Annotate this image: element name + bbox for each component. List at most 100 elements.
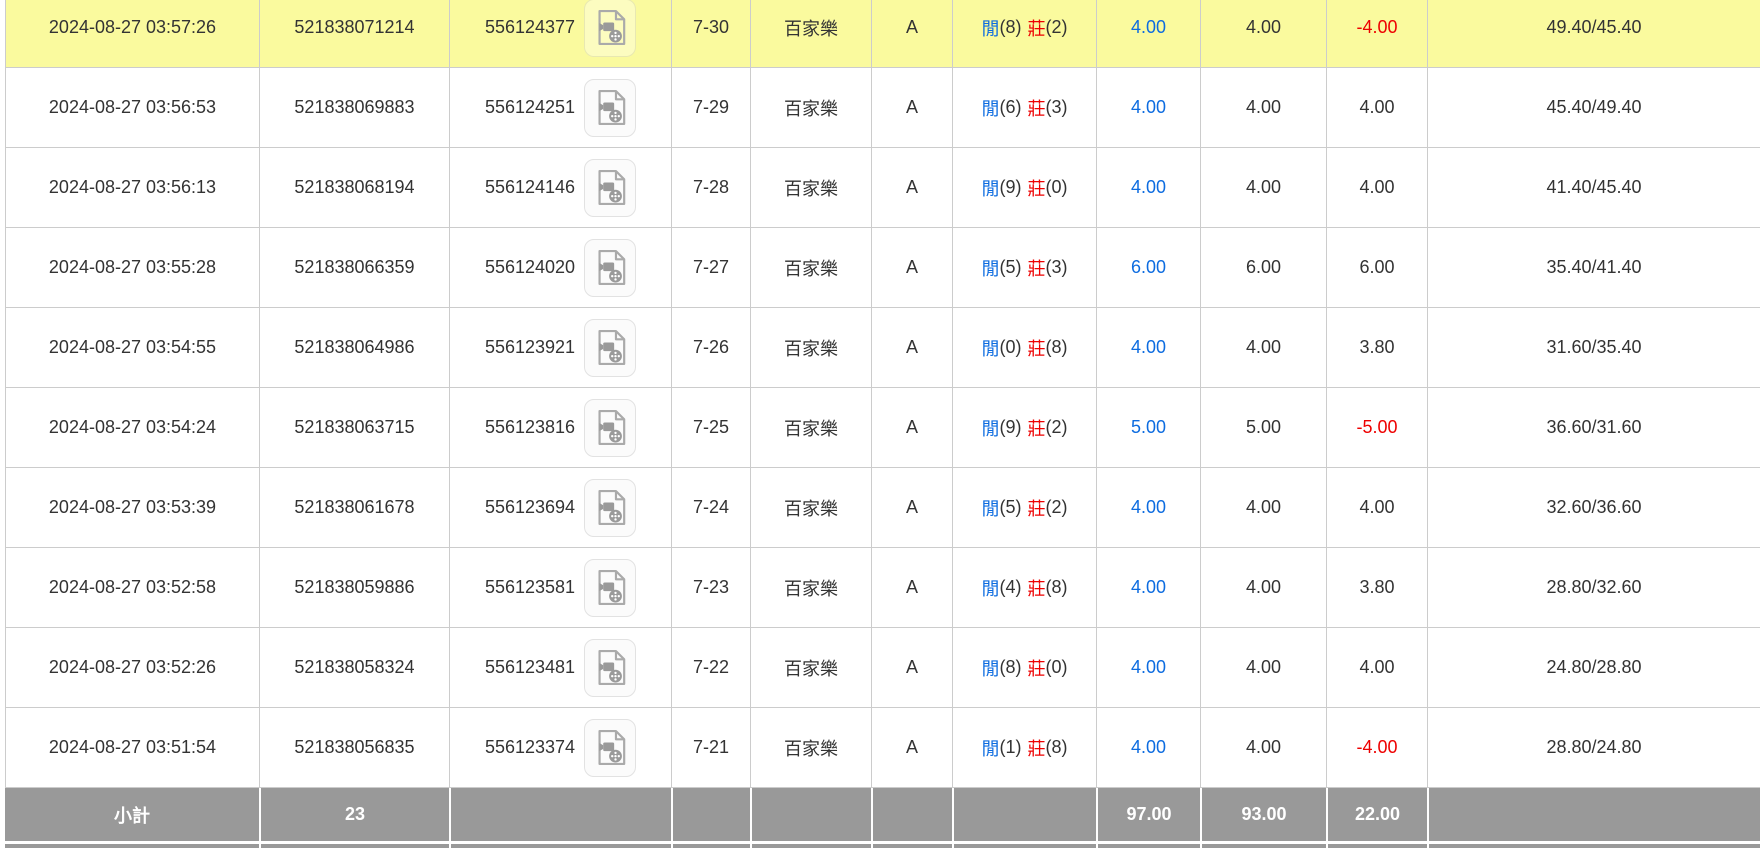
round-id-text: 556123374 [485, 737, 575, 758]
video-file-icon [595, 569, 626, 606]
balance-after: 28.80/32.60 [1427, 548, 1760, 627]
play-video-button[interactable] [584, 639, 636, 697]
banker-label: 莊 [1028, 575, 1046, 601]
valid-bet-amount: 4.00 [1096, 628, 1200, 707]
subtotal-empty-cell [952, 788, 1096, 841]
video-file-icon [595, 169, 626, 206]
banker-score: (8) [1046, 577, 1068, 598]
subtotal-valid-bet: 97.00 [1096, 788, 1200, 841]
win-loss-amount: 4.00 [1326, 468, 1427, 547]
player-score: (6) [1000, 97, 1022, 118]
bet-time: 2024-08-27 03:54:55 [5, 308, 259, 387]
bet-record-row: 2024-08-27 03:54:24521838063715556123816… [5, 388, 1760, 468]
bet-amount: 4.00 [1200, 68, 1326, 147]
win-loss-amount: -4.00 [1326, 0, 1427, 67]
partial-cell [1427, 844, 1760, 848]
video-file-icon [595, 9, 626, 46]
round-id-text: 556123816 [485, 417, 575, 438]
player-label: 閒 [982, 175, 1000, 201]
player-label: 閒 [982, 335, 1000, 361]
round-id: 556124377 [449, 0, 671, 67]
bet-id: 521838069883 [259, 68, 449, 147]
bet-id: 521838066359 [259, 228, 449, 307]
round-id: 556124020 [449, 228, 671, 307]
video-file-icon [595, 329, 626, 366]
bet-amount: 5.00 [1200, 388, 1326, 467]
game-name: 百家樂 [750, 308, 871, 387]
partial-cell [5, 844, 259, 848]
valid-bet-amount: 4.00 [1096, 0, 1200, 67]
bet-time: 2024-08-27 03:55:28 [5, 228, 259, 307]
balance-after: 31.60/35.40 [1427, 308, 1760, 387]
game-result: 閒(8)莊(2) [952, 0, 1096, 67]
banker-score: (0) [1046, 657, 1068, 678]
subtotal-empty-cell [671, 788, 750, 841]
bet-amount: 4.00 [1200, 148, 1326, 227]
bet-record-row: 2024-08-27 03:54:55521838064986 556123921… [5, 308, 1760, 388]
play-video-button[interactable] [584, 479, 636, 537]
game-name: 百家樂 [750, 628, 871, 707]
game-name: 百家樂 [750, 708, 871, 787]
table-id: A [871, 228, 952, 307]
win-loss-amount: 4.00 [1326, 68, 1427, 147]
bet-id: 521838063715 [259, 388, 449, 467]
bet-record-row: 2024-08-27 03:52:58521838059886556123581… [5, 548, 1760, 628]
game-name: 百家樂 [750, 228, 871, 307]
bet-time: 2024-08-27 03:53:39 [5, 468, 259, 547]
valid-bet-amount: 4.00 [1096, 148, 1200, 227]
player-label: 閒 [982, 95, 1000, 121]
bet-amount: 4.00 [1200, 628, 1326, 707]
partial-cell [259, 844, 449, 848]
balance-after: 35.40/41.40 [1427, 228, 1760, 307]
partial-cell [1096, 844, 1200, 848]
round-id: 556123581 [449, 548, 671, 627]
balance-after: 36.60/31.60 [1427, 388, 1760, 467]
bet-time: 2024-08-27 03:57:26 [5, 0, 259, 67]
round-id: 556123816 [449, 388, 671, 467]
balance-after: 28.80/24.80 [1427, 708, 1760, 787]
play-video-button[interactable] [584, 0, 636, 57]
game-name: 百家樂 [750, 468, 871, 547]
play-video-button[interactable] [584, 239, 636, 297]
round-number: 7-30 [671, 0, 750, 67]
video-file-icon [595, 89, 626, 126]
next-summary-row-partial [5, 844, 1760, 848]
play-video-button[interactable] [584, 719, 636, 777]
round-number: 7-23 [671, 548, 750, 627]
round-id-text: 556124377 [485, 17, 575, 38]
table-id: A [871, 388, 952, 467]
banker-score: (0) [1046, 177, 1068, 198]
partial-cell [1326, 844, 1427, 848]
round-id: 556123374 [449, 708, 671, 787]
valid-bet-amount: 4.00 [1096, 308, 1200, 387]
round-id: 556124251 [449, 68, 671, 147]
banker-label: 莊 [1028, 335, 1046, 361]
game-result: 閒(4)莊(8) [952, 548, 1096, 627]
table-id: A [871, 548, 952, 627]
balance-after: 45.40/49.40 [1427, 68, 1760, 147]
bet-id: 521838068194 [259, 148, 449, 227]
round-id-text: 556123921 [485, 337, 575, 358]
table-id: A [871, 0, 952, 67]
player-score: (9) [1000, 417, 1022, 438]
valid-bet-amount: 5.00 [1096, 388, 1200, 467]
game-result: 閒(9)莊(0) [952, 148, 1096, 227]
bet-id: 521838064986 [259, 308, 449, 387]
play-video-button[interactable] [584, 79, 636, 137]
bet-amount: 6.00 [1200, 228, 1326, 307]
play-video-button[interactable] [584, 399, 636, 457]
round-id: 556124146 [449, 148, 671, 227]
round-id-text: 556123581 [485, 577, 575, 598]
valid-bet-amount: 4.00 [1096, 708, 1200, 787]
bet-record-row: 2024-08-27 03:51:54521838056835556123374… [5, 708, 1760, 788]
player-score: (1) [1000, 737, 1022, 758]
player-score: (4) [1000, 577, 1022, 598]
win-loss-amount: -5.00 [1326, 388, 1427, 467]
bet-id: 521838059886 [259, 548, 449, 627]
round-number: 7-21 [671, 708, 750, 787]
play-video-button[interactable] [584, 159, 636, 217]
player-score: (5) [1000, 257, 1022, 278]
play-video-button[interactable] [584, 319, 636, 377]
play-video-button[interactable] [584, 559, 636, 617]
player-label: 閒 [982, 15, 1000, 41]
